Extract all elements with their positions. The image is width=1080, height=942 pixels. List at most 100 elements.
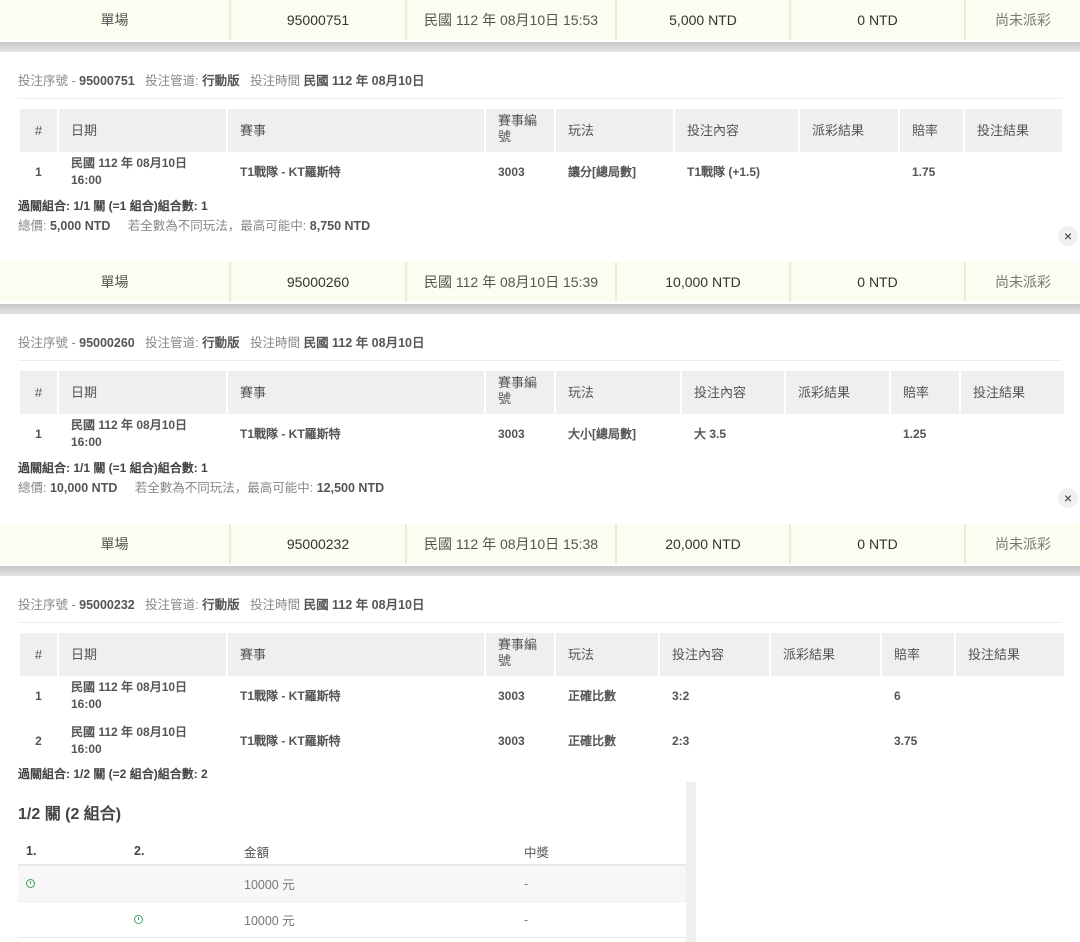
combinations-title: 1/2 關 (2 組合): [18, 806, 122, 823]
col-header: 2.: [134, 844, 145, 858]
col-header: 賠率: [891, 371, 959, 414]
bet-meta: 投注序號 - 95000232 投注管道: 行動版 投注時間 民國 112 年 …: [18, 598, 425, 612]
cell-content: 3:2: [672, 688, 690, 703]
bet-stake: 5,000 NTD: [617, 0, 791, 40]
col-header: 玩法: [556, 109, 673, 152]
col-header: 派彩結果: [771, 633, 880, 676]
combination-row: 10000 元 -: [18, 902, 686, 938]
bet-payout: 0 NTD: [791, 524, 966, 564]
col-header: 1.: [26, 844, 37, 858]
col-header: 賽事編號: [486, 371, 554, 414]
divider: [0, 566, 1080, 576]
close-icon[interactable]: ×: [1058, 226, 1078, 246]
bet-status: 尚未派彩: [995, 536, 1051, 552]
bet-type: 單場: [0, 262, 231, 302]
cell-date: 民國 112 年 08月10日 16:00: [71, 418, 188, 449]
bet-summary-row[interactable]: 單場 95000260 民國 112 年 08月10日 15:39 10,000…: [0, 262, 1080, 302]
cell-odds: 1.25: [903, 426, 927, 441]
table-header: # 日期 賽事 賽事編號 玩法 投注內容 派彩結果 賠率 投注結果: [20, 633, 1066, 676]
col-header: 賽事編號: [486, 109, 554, 152]
clock-icon: [134, 915, 143, 924]
cell-payout: [771, 721, 880, 761]
combo-summary: 過關組合: 1/1 關 (=1 組合)組合數: 1: [18, 461, 208, 475]
col-header: 賽事: [228, 633, 484, 676]
cell-play: 讓分[總局數]: [568, 164, 636, 179]
bet-meta: 投注序號 - 95000751 投注管道: 行動版 投注時間 民國 112 年 …: [18, 74, 425, 88]
total-line: 總價: 10,000 NTD 若全數為不同玩法，最高可能中: 12,500 NT…: [18, 481, 385, 495]
cell-odds: 3.75: [894, 733, 918, 748]
bet-time: 民國 112 年 08月10日 15:53: [407, 0, 617, 40]
divider: [0, 304, 1080, 314]
col-header: #: [20, 633, 57, 676]
cell-match: T1戰隊 - KT羅斯特: [240, 733, 341, 748]
divider: [18, 98, 1062, 99]
cell-play: 正確比數: [568, 688, 617, 703]
col-header: 玩法: [556, 633, 658, 676]
cell-no: 1: [35, 688, 42, 703]
combo-summary: 過關組合: 1/1 關 (=1 組合)組合數: 1: [18, 199, 208, 213]
clock-icon: [26, 879, 35, 888]
col-header: 玩法: [556, 371, 680, 414]
total-line: 總價: 5,000 NTD 若全數為不同玩法，最高可能中: 8,750 NTD: [18, 219, 371, 233]
bet-id: 95000751: [231, 0, 407, 40]
divider: [18, 622, 1062, 623]
combination-row: 10000 元 -: [18, 866, 686, 902]
cell-result: [956, 676, 1064, 716]
bet-summary-row[interactable]: 單場 95000751 民國 112 年 08月10日 15:53 5,000 …: [0, 0, 1080, 40]
win-cell: -: [524, 912, 529, 927]
table-row: 2 民國 112 年 08月10日 16:00 T1戰隊 - KT羅斯特 3003…: [20, 721, 1066, 761]
combinations-panel: 1/2 關 (2 組合) 1. 2. 金額 中獎 10000 元 - 10000…: [0, 782, 696, 942]
bet-summary-row[interactable]: 單場 95000232 民國 112 年 08月10日 15:38 20,000…: [0, 524, 1080, 564]
cell-payout: [786, 414, 889, 454]
bet-detail-panel: 投注序號 - 95000232 投注管道: 行動版 投注時間 民國 112 年 …: [0, 576, 1080, 782]
cell-match: T1戰隊 - KT羅斯特: [240, 688, 341, 703]
col-header: 派彩結果: [800, 109, 898, 152]
table-row: 1 民國 112 年 08月10日 16:00 T1戰隊 - KT羅斯特 3003…: [20, 676, 1066, 716]
bet-detail-panel: 投注序號 - 95000260 投注管道: 行動版 投注時間 民國 112 年 …: [0, 314, 1080, 512]
amount-cell: 10000 元: [244, 878, 295, 892]
col-header: 賠率: [882, 633, 954, 676]
bet-payout: 0 NTD: [791, 262, 966, 302]
cell-date: 民國 112 年 08月10日 16:00: [71, 156, 188, 187]
cell-date: 民國 112 年 08月10日 16:00: [71, 680, 188, 711]
cell-content: 大 3.5: [694, 426, 727, 441]
col-header: 中獎: [524, 845, 550, 860]
win-cell: -: [524, 876, 529, 891]
table-header: # 日期 賽事 賽事編號 玩法 投注內容 派彩結果 賠率 投注結果: [20, 109, 1064, 152]
cell-play: 正確比數: [568, 733, 617, 748]
col-header: 投注結果: [965, 109, 1062, 152]
col-header: 投注內容: [675, 109, 798, 152]
bet-time: 民國 112 年 08月10日 15:39: [407, 262, 617, 302]
col-header: 金額: [244, 845, 270, 860]
cell-code: 3003: [498, 164, 525, 179]
col-header: #: [20, 371, 57, 414]
cell-odds: 1.75: [912, 164, 936, 179]
cell-payout: [771, 676, 880, 716]
leg2-cell: [134, 902, 143, 937]
bet-detail-panel: 投注序號 - 95000751 投注管道: 行動版 投注時間 民國 112 年 …: [0, 52, 1080, 250]
bet-stake: 10,000 NTD: [617, 262, 791, 302]
cell-match: T1戰隊 - KT羅斯特: [240, 164, 341, 179]
col-header: 日期: [59, 633, 226, 676]
divider: [0, 42, 1080, 52]
col-header: 投注內容: [682, 371, 784, 414]
cell-no: 2: [35, 733, 42, 748]
leg1-cell: [26, 866, 35, 901]
cell-play: 大小[總局數]: [568, 426, 636, 441]
bet-type: 單場: [0, 0, 231, 40]
table-row: 1 民國 112 年 08月10日 16:00 T1戰隊 - KT羅斯特 3003…: [20, 414, 1066, 454]
col-header: #: [20, 109, 57, 152]
bet-status: 尚未派彩: [995, 274, 1051, 290]
cell-odds: 6: [894, 688, 901, 703]
cell-no: 1: [35, 426, 42, 441]
bet-status: 尚未派彩: [995, 12, 1051, 28]
combo-summary: 過關組合: 1/2 關 (=2 組合)組合數: 2: [18, 767, 208, 781]
cell-result: [965, 152, 1062, 192]
cell-no: 1: [35, 164, 42, 179]
close-icon[interactable]: ×: [1058, 488, 1078, 508]
cell-code: 3003: [498, 733, 525, 748]
col-header: 投注內容: [660, 633, 769, 676]
col-header: 日期: [59, 109, 226, 152]
scrollbar[interactable]: [686, 782, 696, 942]
bet-meta: 投注序號 - 95000260 投注管道: 行動版 投注時間 民國 112 年 …: [18, 336, 425, 350]
